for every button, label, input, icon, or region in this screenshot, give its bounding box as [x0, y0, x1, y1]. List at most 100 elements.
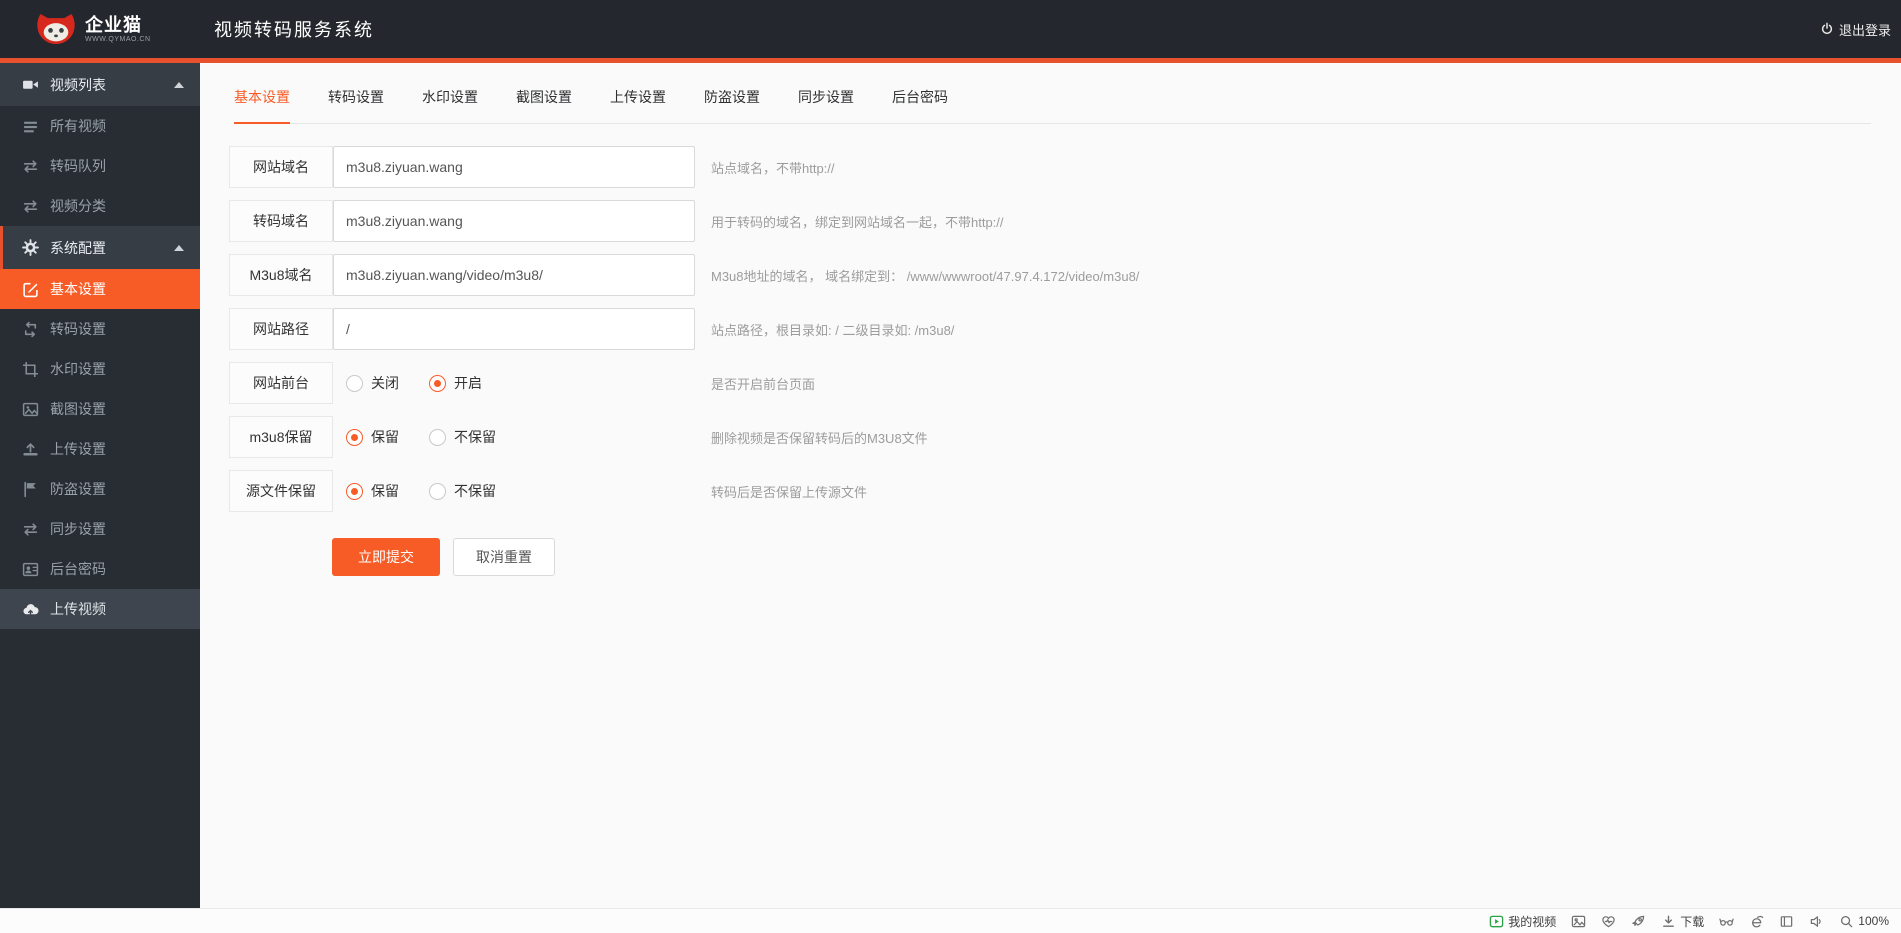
sidebar-item-upload-settings[interactable]: 上传设置	[0, 429, 200, 469]
settings-form: 网站域名 站点域名，不带http:// 转码域名 用于转码的域名，绑定到网站域名一起，…	[200, 124, 1901, 512]
statusbar-heart[interactable]	[1601, 914, 1616, 929]
radio-icon	[429, 374, 446, 392]
statusbar-rocket[interactable]	[1631, 914, 1646, 929]
sidebar-item-antitheft-settings[interactable]: 防盗设置	[0, 469, 200, 509]
site-path-input[interactable]	[333, 308, 695, 350]
chevron-up-icon	[174, 81, 184, 88]
power-icon	[1820, 22, 1834, 36]
sidebar-item-label: 视频分类	[50, 198, 106, 214]
source-keep-option[interactable]: 不保留	[429, 481, 496, 501]
form-row-site-front: 网站前台 关闭 开启 是否开启前台页面	[229, 362, 1901, 404]
tab-upload-settings[interactable]: 上传设置	[610, 63, 666, 123]
gear-icon	[22, 239, 39, 256]
sidebar-item-upload-video[interactable]: 上传视频	[0, 589, 200, 629]
field-label: 网站域名	[229, 146, 333, 188]
form-row-site-path: 网站路径 站点路径，根目录如: / 二级目录如: /m3u8/	[229, 308, 1901, 350]
sidebar-item-video-list[interactable]: 视频列表	[0, 63, 200, 106]
m3u8-keep-option[interactable]: 保留	[346, 427, 399, 447]
radio-icon	[429, 428, 446, 446]
tab-sync-settings[interactable]: 同步设置	[798, 63, 854, 123]
radio-label: 关闭	[371, 375, 399, 391]
sidebar-item-label: 系统配置	[50, 239, 106, 256]
statusbar-my-videos[interactable]: 我的视频	[1489, 913, 1556, 930]
source-keep-radio-group: 保留 不保留	[346, 481, 695, 501]
tab-bar: 基本设置 转码设置 水印设置 截图设置 上传设置 防盗设置 同步设置 后台密码	[234, 63, 1871, 124]
chevron-up-icon	[174, 244, 184, 251]
statusbar-glasses[interactable]	[1719, 914, 1734, 929]
tab-watermark-settings[interactable]: 水印设置	[422, 63, 478, 123]
statusbar-label: 100%	[1858, 914, 1889, 928]
field-hint: M3u8地址的域名， 域名绑定到： /www/wwwroot/47.97.4.1…	[711, 268, 1140, 284]
radio-icon	[346, 374, 363, 392]
ie-icon	[1749, 914, 1764, 929]
radio-label: 保留	[371, 483, 399, 499]
window-icon	[1779, 914, 1794, 929]
sidebar-item-label: 上传设置	[50, 441, 106, 457]
m3u8-keep-option[interactable]: 不保留	[429, 427, 496, 447]
magnifier-icon	[1839, 914, 1854, 929]
reset-button[interactable]: 取消重置	[453, 538, 555, 576]
sidebar-item-label: 转码队列	[50, 158, 106, 174]
edit-icon	[22, 281, 39, 298]
form-row-m3u8-domain: M3u8域名 M3u8地址的域名， 域名绑定到： /www/wwwroot/47.…	[229, 254, 1901, 296]
swap-icon	[22, 158, 39, 175]
statusbar-label: 我的视频	[1508, 914, 1557, 929]
sidebar-item-sync-settings[interactable]: 同步设置	[0, 509, 200, 549]
sidebar-item-system-config[interactable]: 系统配置	[0, 226, 200, 269]
statusbar-picture[interactable]	[1571, 914, 1586, 929]
field-label: 网站前台	[229, 362, 333, 404]
statusbar-window[interactable]	[1779, 914, 1794, 929]
source-keep-option[interactable]: 保留	[346, 481, 399, 501]
form-row-source-keep: 源文件保留 保留 不保留 转码后是否保留上传源文件	[229, 470, 1901, 512]
site-front-option[interactable]: 开启	[429, 373, 482, 393]
sidebar-item-admin-password[interactable]: 后台密码	[0, 549, 200, 589]
logo-subtitle: WWW.QYMAO.CN	[85, 35, 151, 43]
browser-statusbar: 我的视频 下载 100%	[0, 908, 1901, 933]
crop-icon	[22, 361, 39, 378]
logout-button[interactable]: 退出登录	[1820, 20, 1901, 39]
sidebar-item-screenshot-settings[interactable]: 截图设置	[0, 389, 200, 429]
content-panel: 基本设置转码设置水印设置截图设置上传设置防盗设置同步设置后台密码 网站域名 站点域…	[200, 63, 1901, 908]
sidebar-item-transcode-settings[interactable]: 转码设置	[0, 309, 200, 349]
statusbar-speaker[interactable]	[1809, 914, 1824, 929]
logout-label: 退出登录	[1838, 22, 1891, 38]
radio-icon	[429, 482, 446, 500]
sidebar: 视频列表 所有视频转码队列视频分类系统配置基本设置转码设置水印设置截图设置上传设置…	[0, 63, 200, 908]
header: 企业猫 WWW.QYMAO.CN 视频转码服务系统 退出登录	[0, 0, 1901, 58]
image-icon	[22, 401, 39, 418]
sidebar-item-video-category[interactable]: 视频分类	[0, 186, 200, 226]
statusbar-label: 下载	[1680, 914, 1705, 929]
tab-transcode-settings[interactable]: 转码设置	[328, 63, 384, 123]
sidebar-item-label: 基本设置	[50, 281, 106, 297]
sidebar-item-transcode-queue[interactable]: 转码队列	[0, 146, 200, 186]
field-hint: 删除视频是否保留转码后的M3U8文件	[711, 430, 928, 446]
field-label: 源文件保留	[229, 470, 333, 512]
sidebar-item-basic-settings[interactable]: 基本设置	[0, 269, 200, 309]
tab-admin-password[interactable]: 后台密码	[892, 63, 948, 123]
m3u8-domain-input[interactable]	[333, 254, 695, 296]
tab-basic-settings[interactable]: 基本设置	[234, 63, 290, 124]
sidebar-item-label: 防盗设置	[50, 481, 106, 497]
field-hint: 用于转码的域名，绑定到网站域名一起，不带http://	[711, 214, 1004, 230]
statusbar-zoom[interactable]: 100%	[1839, 914, 1889, 929]
sidebar-item-all-videos[interactable]: 所有视频	[0, 106, 200, 146]
logo-text: 企业猫 WWW.QYMAO.CN	[85, 16, 151, 43]
field-label: 转码域名	[229, 200, 333, 242]
sidebar-item-label: 上传视频	[50, 601, 106, 617]
tab-screenshot-settings[interactable]: 截图设置	[516, 63, 572, 123]
logo: 企业猫 WWW.QYMAO.CN	[0, 12, 200, 47]
field-label: 网站路径	[229, 308, 333, 350]
transcode-domain-input[interactable]	[333, 200, 695, 242]
glasses-icon	[1719, 914, 1734, 929]
sidebar-item-watermark-settings[interactable]: 水印设置	[0, 349, 200, 389]
website-domain-input[interactable]	[333, 146, 695, 188]
statusbar-ie[interactable]	[1749, 914, 1764, 929]
site-front-option[interactable]: 关闭	[346, 373, 399, 393]
statusbar-download[interactable]: 下载	[1661, 913, 1704, 930]
rocket-icon	[1631, 914, 1646, 929]
swap-icon	[22, 198, 39, 215]
tab-antitheft-settings[interactable]: 防盗设置	[704, 63, 760, 123]
form-row-website-domain: 网站域名 站点域名，不带http://	[229, 146, 1901, 188]
submit-button[interactable]: 立即提交	[332, 538, 440, 576]
sidebar-item-label: 水印设置	[50, 361, 106, 377]
